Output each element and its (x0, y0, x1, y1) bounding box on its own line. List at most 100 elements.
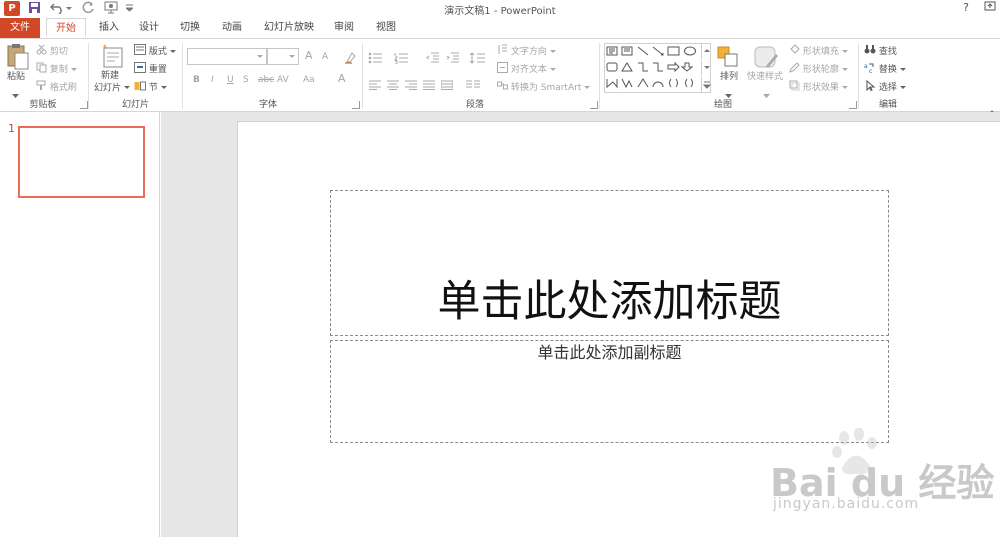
reset-icon (134, 62, 146, 77)
increase-font-size-button[interactable]: A (305, 50, 313, 62)
text-direction-label: 文字方向 (510, 47, 547, 57)
numbering-icon[interactable] (394, 49, 412, 68)
group-label-drawing: 绘图 (713, 100, 732, 110)
gallery-scroll-down-icon[interactable] (701, 60, 712, 76)
shapes-gallery[interactable] (604, 43, 711, 93)
tab-insert[interactable]: 插入 (92, 18, 126, 38)
new-slide-icon[interactable] (101, 43, 125, 69)
decrease-indent-icon[interactable] (426, 49, 440, 68)
shape-effects-icon (789, 80, 800, 95)
align-text-dropdown-icon (549, 64, 556, 76)
change-case-button[interactable]: Aa (303, 74, 315, 86)
align-text-icon (497, 62, 508, 77)
underline-button[interactable]: U (227, 74, 234, 86)
justify-icon[interactable] (423, 75, 435, 94)
select-button[interactable]: 选择 (864, 79, 906, 95)
svg-text:a: a (864, 63, 868, 70)
tab-home[interactable]: 开始 (46, 18, 86, 37)
paste-icon[interactable] (6, 43, 30, 71)
new-slide-label: 幻灯片 (94, 83, 122, 94)
text-direction-button[interactable]: 文字方向 (497, 44, 556, 59)
new-slide-button-line2[interactable]: 幻灯片 (94, 82, 130, 95)
cut-button[interactable]: 剪切 (36, 44, 68, 59)
group-label-font: 字体 (258, 100, 277, 110)
help-icon[interactable]: ? (958, 0, 974, 16)
replace-icon: ac (864, 62, 876, 77)
tab-view[interactable]: 视图 (369, 18, 403, 38)
ribbon-tab-bar: 文件 开始 插入 设计 切换 动画 幻灯片放映 审阅 视图 (0, 18, 1000, 38)
font-size-combobox[interactable] (267, 48, 299, 65)
tab-animations[interactable]: 动画 (215, 18, 249, 38)
convert-to-smartart-button[interactable]: 转换为 SmartArt (497, 80, 591, 95)
tab-design[interactable]: 设计 (132, 18, 166, 38)
window-title: 演示文稿1 - PowerPoint (444, 6, 556, 17)
format-painter-button[interactable]: 格式刷 (36, 80, 77, 95)
cut-label: 剪切 (49, 47, 68, 57)
select-dropdown-icon (899, 82, 906, 94)
quick-styles-button[interactable]: 快速样式 (747, 71, 783, 83)
format-painter-label: 格式刷 (49, 83, 77, 93)
arrange-button[interactable]: 排列 (720, 71, 738, 83)
tab-file[interactable]: 文件 (0, 18, 40, 38)
reset-button[interactable]: 重置 (134, 62, 167, 77)
tab-slide-show[interactable]: 幻灯片放映 (258, 18, 320, 38)
ribbon-home: 粘贴 剪切 复制 格式刷 剪贴板 新建 幻灯片 版式 重置 节 幻灯片 A A … (0, 38, 1000, 116)
shape-outline-button[interactable]: 形状轮廓 (789, 62, 848, 77)
text-direction-dropdown-icon (549, 46, 556, 58)
decrease-font-size-button[interactable]: A (322, 51, 328, 63)
shape-fill-label: 形状填充 (802, 47, 839, 57)
gallery-more-icon[interactable] (701, 77, 712, 93)
ribbon-display-options-icon[interactable] (982, 0, 998, 16)
tab-review[interactable]: 审阅 (327, 18, 361, 38)
columns-icon[interactable] (466, 75, 482, 94)
find-button[interactable]: 查找 (864, 44, 897, 59)
font-launcher-icon[interactable] (352, 101, 360, 109)
increase-indent-icon[interactable] (446, 49, 460, 68)
align-left-icon[interactable] (369, 75, 381, 94)
smartart-icon (497, 80, 508, 95)
shape-fill-button[interactable]: 形状填充 (789, 44, 848, 59)
paragraph-launcher-icon[interactable] (590, 101, 598, 109)
font-name-combobox[interactable] (187, 48, 267, 65)
group-label-editing: 编辑 (878, 100, 897, 110)
clear-formatting-icon[interactable] (344, 49, 357, 68)
character-spacing-button[interactable]: AV (277, 74, 289, 86)
title-placeholder-text[interactable]: 单击此处添加标题 (330, 274, 889, 330)
section-label: 节 (148, 83, 158, 93)
distributed-icon[interactable] (440, 75, 454, 94)
paste-button[interactable]: 粘贴 (7, 71, 25, 83)
shape-effects-button[interactable]: 形状效果 (789, 80, 848, 95)
strikethrough-button[interactable]: abc (258, 74, 274, 86)
replace-button[interactable]: ac 替换 (864, 62, 906, 77)
bullets-icon[interactable] (368, 49, 386, 68)
italic-button[interactable]: I (211, 74, 214, 86)
smartart-label: 转换为 SmartArt (510, 83, 582, 93)
section-dropdown-icon (160, 82, 167, 94)
shape-outline-label: 形状轮廓 (802, 65, 839, 75)
replace-label: 替换 (878, 65, 897, 75)
align-text-button[interactable]: 对齐文本 (497, 62, 556, 77)
gallery-scroll-up-icon[interactable] (701, 43, 712, 59)
slide-thumbnail[interactable] (18, 126, 145, 198)
arrange-icon[interactable] (716, 45, 740, 73)
copy-dropdown-icon (70, 64, 77, 76)
layout-button[interactable]: 版式 (134, 44, 176, 59)
align-center-icon[interactable] (387, 75, 399, 94)
drawing-launcher-icon[interactable] (849, 101, 857, 109)
section-button[interactable]: 节 (134, 80, 167, 95)
bold-button[interactable]: B (193, 74, 200, 86)
align-right-icon[interactable] (405, 75, 417, 94)
svg-text:c: c (869, 68, 872, 73)
cursor-arrow-icon (864, 79, 876, 95)
subtitle-placeholder-text[interactable]: 单击此处添加副标题 (330, 343, 889, 363)
font-color-button[interactable]: A (338, 73, 346, 85)
paint-bucket-icon (789, 44, 800, 59)
quick-styles-icon[interactable] (752, 44, 780, 74)
tab-transitions[interactable]: 切换 (173, 18, 207, 38)
copy-button[interactable]: 复制 (36, 62, 77, 77)
clipboard-launcher-icon[interactable] (80, 101, 88, 109)
scissors-icon (36, 44, 47, 59)
new-slide-button[interactable]: 新建 (101, 70, 119, 82)
text-shadow-button[interactable]: S (243, 74, 249, 86)
line-spacing-icon[interactable] (469, 49, 486, 68)
